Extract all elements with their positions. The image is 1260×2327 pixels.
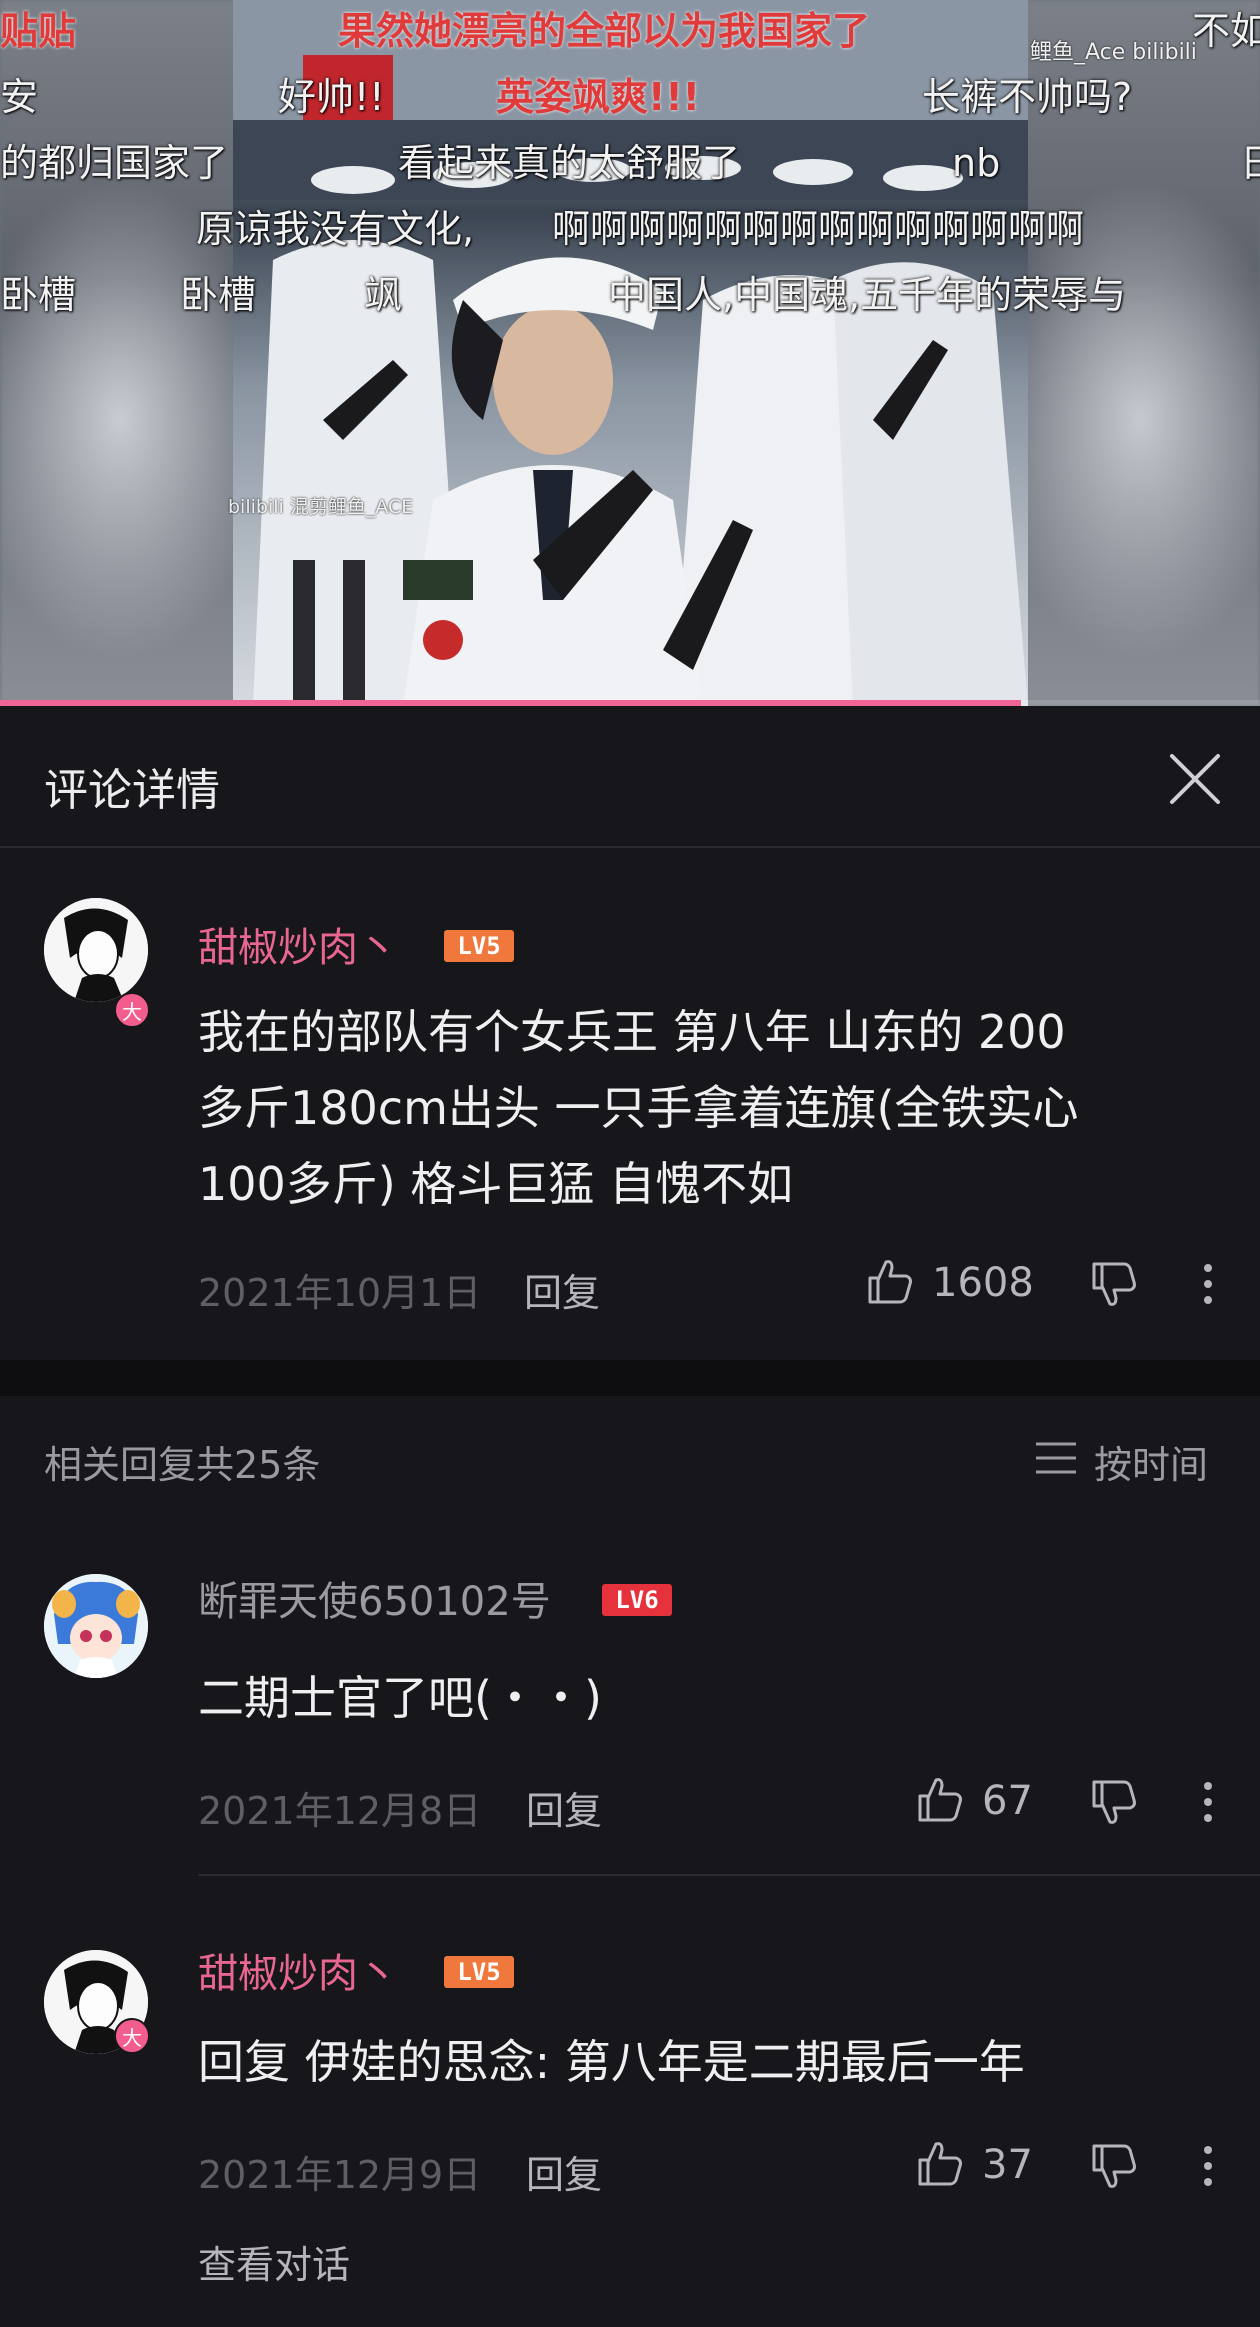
danmaku-comment: 看起来真的太舒服了	[398, 141, 741, 185]
view-conversation-link[interactable]: 查看对话	[198, 2234, 350, 2289]
reply-date: 2021年12月8日	[198, 1789, 482, 1833]
close-icon[interactable]	[1166, 750, 1224, 808]
comment-date: 2021年10月1日	[198, 1271, 482, 1315]
thumbs-down-icon[interactable]	[1088, 2142, 1138, 2192]
danmaku-comment: 的都归国家了	[0, 141, 229, 185]
vip-badge: 大	[114, 992, 150, 1028]
thumbs-down-icon[interactable]	[1088, 1778, 1138, 1828]
comment-text: 我在的部队有个女兵王 第八年 山东的 200 多斤180cm出头 一只手拿着连旗…	[198, 1005, 1079, 1211]
reply-text: 二期士官了吧(・・)	[198, 1671, 602, 1725]
reply-text: 回复 伊娃的思念: 第八年是二期最后一年	[198, 2035, 1025, 2089]
thumbs-up-icon[interactable]	[914, 1774, 964, 1824]
thumbs-down-icon[interactable]	[1088, 1260, 1138, 1310]
reply-button[interactable]: 回复	[526, 2144, 602, 2199]
comment-username[interactable]: 甜椒炒肉丶	[198, 928, 398, 968]
danmaku-comment: nb	[952, 141, 1001, 185]
reply-divider	[198, 1874, 1260, 1876]
danmaku-comment: 飒	[364, 273, 403, 317]
reply-count-label: 相关回复共25条	[44, 1443, 321, 1487]
danmaku-comment: 果然她漂亮的全部以为我国家了	[338, 9, 871, 53]
danmaku-comment: 好帅!!	[278, 75, 385, 119]
danmaku-comment: 英姿飒爽!!!	[496, 75, 700, 119]
level-badge: LV6	[602, 1584, 672, 1616]
section-divider	[0, 1360, 1260, 1396]
reply-button[interactable]: 回复	[526, 1780, 602, 1835]
reply-username[interactable]: 甜椒炒肉丶	[198, 1954, 398, 1994]
danmaku-comment: 啊啊啊啊啊啊啊啊啊啊啊啊啊啊	[552, 207, 1085, 251]
danmaku-comment: 贴贴	[0, 9, 77, 53]
danmaku-comment: 长裤不帅吗?	[922, 75, 1133, 119]
like-count: 37	[982, 2142, 1033, 2188]
vip-badge: 大	[114, 2018, 150, 2054]
level-badge: LV5	[444, 930, 514, 962]
reply-date: 2021年12月9日	[198, 2153, 482, 2197]
reply-username[interactable]: 断罪天使650102号	[198, 1582, 551, 1622]
video-player[interactable]: 果然她漂亮的全部以为我国家了 好帅!! 英姿飒爽!!! 长裤不帅吗? 的都归国家…	[0, 0, 1260, 706]
danmaku-comment: 中国人,中国魂,五千年的荣辱与	[608, 273, 1127, 317]
comment-detail-header: 评论详情	[0, 706, 1260, 848]
thumbs-up-icon[interactable]	[864, 1256, 914, 1306]
more-options-icon[interactable]	[1196, 2142, 1220, 2192]
like-count: 67	[982, 1778, 1033, 1824]
danmaku-comment: 日	[1240, 141, 1260, 185]
sort-icon	[1036, 1442, 1076, 1474]
more-options-icon[interactable]	[1196, 1260, 1220, 1310]
danmaku-comment: 卧槽	[0, 273, 77, 317]
reply-button[interactable]: 回复	[524, 1262, 600, 1317]
uploader-watermark: 鲤鱼_Ace bilibili	[1030, 40, 1197, 65]
page-title: 评论详情	[44, 765, 220, 816]
avatar[interactable]	[44, 898, 148, 1002]
level-badge: LV5	[444, 1956, 514, 1988]
sort-label: 按时间	[1094, 1443, 1209, 1487]
danmaku-comment: 安	[0, 75, 39, 119]
danmaku-comment: 不如	[1192, 9, 1260, 53]
thumbs-up-icon[interactable]	[914, 2138, 964, 2188]
danmaku-comment: 原谅我没有文化,	[196, 207, 475, 251]
danmaku-comment: 卧槽	[180, 273, 257, 317]
avatar[interactable]	[44, 1574, 148, 1678]
more-options-icon[interactable]	[1196, 1778, 1220, 1828]
like-count: 1608	[932, 1260, 1034, 1306]
video-inner-watermark: bilibili 混剪鲤鱼_ACE	[228, 496, 414, 518]
